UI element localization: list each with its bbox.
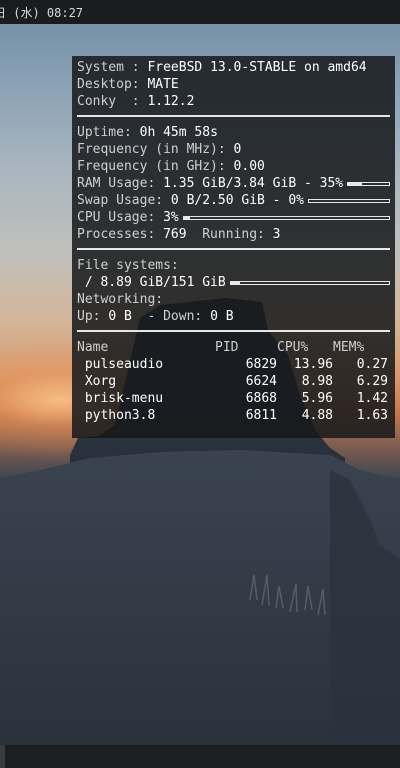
process-cpu: 13.96 bbox=[293, 357, 333, 372]
system-label: System : bbox=[77, 60, 148, 75]
process-mem: 1.42 bbox=[356, 391, 388, 406]
conky-widget: System : FreeBSD 13.0-STABLE on amd64 De… bbox=[72, 56, 395, 438]
top-panel: 日 (水) 08:27 bbox=[0, 0, 400, 24]
process-pid: 6868 bbox=[245, 391, 277, 406]
table-row: pulseaudio 6829 13.96 0.27 bbox=[77, 356, 390, 373]
freq-ghz-label: Frequency (in GHz): bbox=[77, 159, 234, 174]
networking-label: Networking: bbox=[77, 292, 164, 307]
processes-label: Processes: bbox=[77, 227, 164, 242]
filesystem-usage-bar bbox=[229, 280, 390, 285]
desktop-label: Desktop: bbox=[77, 77, 148, 92]
cpu-label: CPU Usage: bbox=[77, 210, 164, 225]
process-mem: 0.27 bbox=[356, 357, 388, 372]
process-name: pulseaudio bbox=[77, 357, 164, 372]
panel-handle[interactable] bbox=[0, 745, 5, 768]
ram-label: RAM Usage: bbox=[77, 176, 164, 191]
running-label: Running: bbox=[186, 227, 273, 242]
freq-mhz-row: Frequency (in MHz): 0 bbox=[77, 141, 390, 158]
system-row: System : FreeBSD 13.0-STABLE on amd64 bbox=[77, 59, 390, 76]
filesystem-usage-fill bbox=[230, 281, 241, 284]
conky-value: 1.12.2 bbox=[147, 94, 195, 109]
process-name: brisk-menu bbox=[77, 391, 164, 406]
process-pid: 6624 bbox=[245, 374, 277, 389]
system-value: FreeBSD 13.0-STABLE on amd64 bbox=[147, 60, 367, 75]
panel-clock[interactable]: 日 (水) 08:27 bbox=[0, 4, 83, 21]
divider bbox=[77, 115, 390, 117]
process-cpu: 4.88 bbox=[301, 408, 333, 423]
filesystems-title-row: File systems: bbox=[77, 257, 390, 274]
process-pid: 6829 bbox=[245, 357, 277, 372]
desktop-value: MATE bbox=[147, 77, 179, 92]
col-name-header: Name bbox=[77, 340, 109, 355]
processes-value: 769 bbox=[163, 227, 187, 242]
cpu-usage-bar bbox=[182, 215, 390, 220]
table-row: python3.8 6811 4.88 1.63 bbox=[77, 407, 390, 424]
table-row: Xorg 6624 8.98 6.29 bbox=[77, 373, 390, 390]
process-table-header: Name PID CPU% MEM% bbox=[77, 339, 390, 356]
process-mem: 6.29 bbox=[356, 374, 388, 389]
process-pid: 6811 bbox=[245, 408, 277, 423]
divider bbox=[77, 330, 390, 332]
process-cpu: 5.96 bbox=[301, 391, 333, 406]
swap-label: Swap Usage: bbox=[77, 193, 171, 208]
col-mem-header: MEM% bbox=[333, 340, 365, 355]
freq-ghz-value: 0.00 bbox=[233, 159, 265, 174]
swap-row: Swap Usage: 0 B/2.50 GiB - 0% bbox=[77, 192, 390, 209]
filesystem-root-row: / 8.89 GiB/151 GiB bbox=[77, 274, 390, 291]
uptime-value: 0h 45m 58s bbox=[139, 125, 218, 140]
filesystems-label: File systems: bbox=[77, 258, 179, 273]
desktop-row: Desktop: MATE bbox=[77, 76, 390, 93]
conky-version-row: Conky : 1.12.2 bbox=[77, 93, 390, 110]
col-cpu-header: CPU% bbox=[277, 340, 309, 355]
table-row: brisk-menu 6868 5.96 1.42 bbox=[77, 390, 390, 407]
filesystem-root-value: / 8.89 GiB/151 GiB bbox=[77, 275, 226, 290]
processes-row: Processes: 769 Running: 3 bbox=[77, 226, 390, 243]
up-value: 0 B bbox=[108, 309, 132, 324]
up-label: Up: bbox=[77, 309, 109, 324]
bottom-panel bbox=[0, 744, 400, 768]
freq-mhz-label: Frequency (in MHz): bbox=[77, 142, 234, 157]
networking-title-row: Networking: bbox=[77, 291, 390, 308]
process-cpu: 8.98 bbox=[301, 374, 333, 389]
swap-value: 0 B/2.50 GiB - 0% bbox=[170, 193, 304, 208]
down-value: 0 B bbox=[210, 309, 234, 324]
uptime-label: Uptime: bbox=[77, 125, 140, 140]
running-value: 3 bbox=[272, 227, 281, 242]
ram-usage-fill bbox=[348, 182, 363, 185]
ram-value: 1.35 GiB/3.84 GiB - 35% bbox=[163, 176, 344, 191]
conky-label: Conky : bbox=[77, 94, 148, 109]
ram-row: RAM Usage: 1.35 GiB/3.84 GiB - 35% bbox=[77, 175, 390, 192]
freq-mhz-value: 0 bbox=[233, 142, 242, 157]
cpu-usage-fill bbox=[183, 216, 190, 219]
divider bbox=[77, 248, 390, 250]
process-mem: 1.63 bbox=[356, 408, 388, 423]
ram-usage-bar bbox=[347, 181, 390, 186]
swap-usage-bar bbox=[307, 198, 390, 203]
process-name: Xorg bbox=[77, 374, 117, 389]
col-pid-header: PID bbox=[215, 340, 239, 355]
cpu-row: CPU Usage: 3% bbox=[77, 209, 390, 226]
networking-row: Up: 0 B - Down: 0 B bbox=[77, 308, 390, 325]
freq-ghz-row: Frequency (in GHz): 0.00 bbox=[77, 158, 390, 175]
uptime-row: Uptime: 0h 45m 58s bbox=[77, 124, 390, 141]
down-label: - Down: bbox=[131, 309, 211, 324]
cpu-value: 3% bbox=[163, 210, 179, 225]
process-name: python3.8 bbox=[77, 408, 156, 423]
